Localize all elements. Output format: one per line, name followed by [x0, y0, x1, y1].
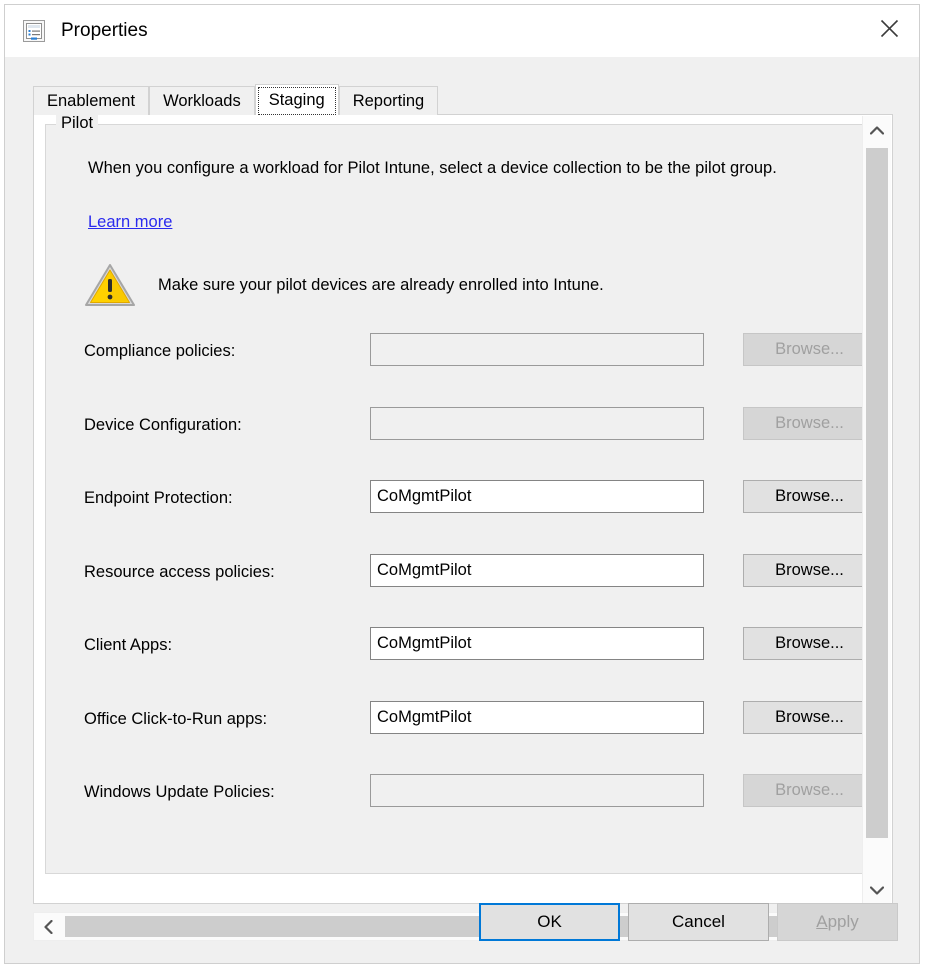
row-windows-update-policies: Windows Update Policies: Browse... — [46, 769, 873, 843]
close-button[interactable] — [859, 5, 919, 51]
row-compliance-policies: Compliance policies: Browse... — [46, 328, 873, 402]
pilot-description: When you configure a workload for Pilot … — [88, 155, 848, 181]
ok-button[interactable]: OK — [479, 903, 620, 941]
device-configuration-input[interactable] — [370, 407, 704, 440]
chevron-up-icon — [870, 126, 884, 135]
endpoint-protection-browse-button[interactable]: Browse... — [743, 480, 876, 513]
row-label: Compliance policies: — [84, 342, 235, 361]
close-icon — [880, 19, 899, 38]
office-click-to-run-apps-input[interactable] — [370, 701, 704, 734]
compliance-policies-input[interactable] — [370, 333, 704, 366]
endpoint-protection-input[interactable] — [370, 480, 704, 513]
apply-button[interactable]: Apply — [777, 903, 898, 941]
row-endpoint-protection: Endpoint Protection: Browse... — [46, 475, 873, 549]
dialog-footer: OK Cancel Apply — [5, 891, 919, 963]
vertical-scrollbar[interactable] — [862, 116, 891, 904]
row-label: Resource access policies: — [84, 563, 275, 582]
row-label: Endpoint Protection: — [84, 489, 233, 508]
tab-label: Staging — [269, 91, 325, 110]
cancel-button[interactable]: Cancel — [628, 903, 769, 941]
client-apps-browse-button[interactable]: Browse... — [743, 627, 876, 660]
tab-staging[interactable]: Staging — [255, 84, 339, 115]
resource-access-policies-input[interactable] — [370, 554, 704, 587]
row-label: Office Click-to-Run apps: — [84, 710, 267, 729]
compliance-policies-browse-button[interactable]: Browse... — [743, 333, 876, 366]
row-label: Device Configuration: — [84, 416, 242, 435]
title-bar: Properties — [5, 5, 919, 57]
dialog-body: Enablement Workloads Staging Reporting P… — [5, 57, 919, 963]
pilot-form-rows: Compliance policies: Browse... Device Co… — [46, 328, 873, 843]
row-device-configuration: Device Configuration: Browse... — [46, 402, 873, 476]
warning-message: Make sure your pilot devices are already… — [84, 262, 604, 308]
page-title: Properties — [61, 20, 148, 42]
apply-mnemonic: A — [816, 912, 827, 931]
scroll-up-button[interactable] — [863, 116, 891, 144]
client-apps-input[interactable] — [370, 627, 704, 660]
tab-label: Enablement — [47, 92, 135, 111]
row-label: Client Apps: — [84, 636, 172, 655]
resource-access-policies-browse-button[interactable]: Browse... — [743, 554, 876, 587]
properties-document-icon — [23, 20, 45, 42]
pilot-group-label: Pilot — [56, 114, 98, 133]
windows-update-policies-browse-button[interactable]: Browse... — [743, 774, 876, 807]
tab-page-staging: Pilot When you configure a workload for … — [33, 114, 893, 904]
tab-label: Workloads — [163, 92, 241, 111]
tab-workloads[interactable]: Workloads — [149, 86, 255, 115]
row-office-click-to-run-apps: Office Click-to-Run apps: Browse... — [46, 696, 873, 770]
warning-triangle-icon — [84, 262, 136, 308]
windows-update-policies-input[interactable] — [370, 774, 704, 807]
warning-text: Make sure your pilot devices are already… — [158, 276, 604, 295]
office-click-to-run-apps-browse-button[interactable]: Browse... — [743, 701, 876, 734]
device-configuration-browse-button[interactable]: Browse... — [743, 407, 876, 440]
pilot-group-box: Pilot When you configure a workload for … — [45, 124, 874, 874]
properties-dialog: Properties Enablement Workloads Staging … — [4, 4, 920, 964]
row-client-apps: Client Apps: Browse... — [46, 622, 873, 696]
learn-more-link[interactable]: Learn more — [88, 213, 172, 232]
apply-label-rest: pply — [828, 912, 859, 931]
row-resource-access-policies: Resource access policies: Browse... — [46, 549, 873, 623]
tab-label: Reporting — [353, 92, 425, 111]
vertical-scrollbar-thumb[interactable] — [866, 148, 888, 838]
tab-reporting[interactable]: Reporting — [339, 86, 439, 115]
tab-strip: Enablement Workloads Staging Reporting — [33, 85, 895, 115]
tab-enablement[interactable]: Enablement — [33, 86, 149, 115]
row-label: Windows Update Policies: — [84, 783, 275, 802]
